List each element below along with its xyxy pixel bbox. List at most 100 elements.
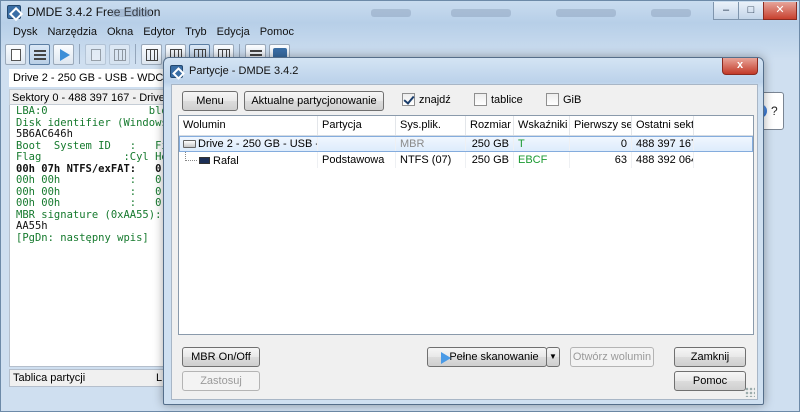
- hex-line: 00h 00h : 0 0: [16, 174, 162, 186]
- table-row[interactable]: Drive 2 - 250 GB - USB - W... MBR250 GBT0…: [179, 136, 753, 152]
- play-icon: [60, 49, 70, 61]
- hex-line: Flag :Cyl Head: [16, 151, 169, 163]
- toolbar-disk-button[interactable]: [5, 44, 26, 65]
- menu-bar: Dysk Narzędzia Okna Edytor Tryb Edycja P…: [3, 24, 799, 42]
- toolbar-scan-button[interactable]: [53, 44, 74, 65]
- toolbar-tree-button[interactable]: [109, 44, 130, 65]
- menu-dysk[interactable]: Dysk: [9, 24, 41, 42]
- cell-last-sector: 488 397 167: [632, 136, 694, 152]
- hex-line: AA55h: [16, 220, 48, 232]
- mbr-onoff-button[interactable]: MBR On/Off: [182, 347, 260, 367]
- table-row[interactable]: Rafal Podstawowa NTFS (07) 250 GB EBCF 63 488 …: [179, 152, 753, 168]
- cell-last-sector: 488 392 064: [632, 152, 694, 168]
- sector-editor-panel[interactable]: LBA:0 blok Disk identifier (Windows): 5B6A…: [9, 105, 169, 367]
- col-filesystem[interactable]: Sys.plik.: [396, 116, 466, 135]
- hard-disk-icon: [183, 140, 196, 148]
- table-header: Wolumin Partycja Sys.plik. Rozmiar Wskaź…: [179, 116, 753, 136]
- menu-narzedzia[interactable]: Narzędzia: [43, 24, 101, 42]
- current-partitioning-button[interactable]: Aktualne partycjonowanie: [244, 91, 384, 111]
- play-icon: [441, 352, 451, 364]
- maximize-button[interactable]: □: [738, 2, 764, 20]
- dmde-app-icon: [170, 65, 183, 78]
- full-scan-button[interactable]: Pełne skanowanie: [427, 347, 547, 367]
- title-blur: [651, 9, 691, 17]
- file-icon: [91, 49, 101, 61]
- col-size[interactable]: Rozmiar: [466, 116, 514, 135]
- col-last-sector[interactable]: Ostatni sekt...: [632, 116, 694, 135]
- cell-first-sector: 63: [570, 152, 632, 168]
- status-bar: Tablica partycji LB: [9, 369, 169, 387]
- volume-name: Drive 2 - 250 GB - USB - W...: [198, 138, 317, 150]
- cell-flags: EBCF: [514, 152, 570, 168]
- status-text: Tablica partycji: [13, 372, 86, 384]
- grid-icon: [146, 49, 158, 61]
- hex-line: 00h 00h : 0 0: [16, 197, 162, 209]
- cell-flags: T: [514, 136, 570, 152]
- list-icon: [34, 50, 46, 60]
- cell-filesystem: NTFS (07): [396, 152, 466, 168]
- toolbar-partitions-button[interactable]: [29, 44, 50, 65]
- cell-volume: Rafal: [179, 152, 318, 168]
- toolbar-separator: [135, 44, 136, 64]
- title-blur: [371, 9, 411, 17]
- document-icon: [11, 49, 21, 61]
- tree-icon: [114, 49, 126, 61]
- dialog-body: Menu Aktualne partycjonowanie znajdź tab…: [171, 84, 758, 400]
- close-button[interactable]: ✕: [763, 2, 797, 20]
- sector-range-tab[interactable]: Sektory 0 - 488 397 167 - Drive 2 - 250 …: [9, 89, 169, 105]
- open-volume-button[interactable]: Otwórz wolumin: [570, 347, 654, 367]
- cell-filesystem: MBR: [396, 136, 466, 152]
- checkbox-checked[interactable]: [402, 93, 415, 106]
- apply-button[interactable]: Zastosuj: [182, 371, 260, 391]
- title-blur: [111, 9, 151, 17]
- toolbar-open-button[interactable]: [85, 44, 106, 65]
- col-first-sector[interactable]: Pierwszy se...: [570, 116, 632, 135]
- tables-checkbox[interactable]: tablice: [474, 93, 523, 106]
- dialog-close-button[interactable]: x: [722, 58, 758, 75]
- toolbar-separator: [79, 44, 80, 64]
- toolbar-view1-button[interactable]: [141, 44, 162, 65]
- tables-checkbox-label: tablice: [491, 93, 523, 106]
- menu-edycja[interactable]: Edycja: [213, 24, 254, 42]
- minimize-button[interactable]: –: [713, 2, 739, 20]
- menu-edytor[interactable]: Edytor: [139, 24, 179, 42]
- gib-checkbox-label: GiB: [563, 93, 582, 106]
- col-flags[interactable]: Wskaźniki: [514, 116, 570, 135]
- cell-size: 250 GB: [466, 136, 514, 152]
- help-question-mark: ?: [771, 104, 778, 118]
- dialog-title: Partycje - DMDE 3.4.2: [189, 65, 299, 77]
- full-scan-dropdown-button[interactable]: ▼: [546, 347, 560, 367]
- title-blur: [556, 9, 616, 17]
- help-button[interactable]: Pomoc: [674, 371, 746, 391]
- table-body: Drive 2 - 250 GB - USB - W... MBR250 GBT0…: [179, 136, 753, 168]
- menu-pomoc[interactable]: Pomoc: [256, 24, 298, 42]
- checkbox-unchecked[interactable]: [474, 93, 487, 106]
- title-blur: [451, 9, 511, 17]
- partitions-dialog: Partycje - DMDE 3.4.2 x Menu Aktualne pa…: [163, 57, 764, 405]
- menu-tryb[interactable]: Tryb: [181, 24, 211, 42]
- tree-branch-icon: [185, 152, 197, 161]
- cell-partition: [318, 136, 396, 152]
- col-volume[interactable]: Wolumin: [179, 116, 318, 135]
- full-scan-split-button: Pełne skanowanie ▼: [427, 347, 560, 367]
- menu-button[interactable]: Menu: [182, 91, 238, 111]
- checkbox-unchecked[interactable]: [546, 93, 559, 106]
- close-dialog-button[interactable]: Zamknij: [674, 347, 746, 367]
- hex-line: LBA:0 blok: [16, 105, 169, 117]
- cell-first-sector: 0: [570, 136, 632, 152]
- drive-label: Drive 2 - 250 GB - USB - WDC WD25...: [9, 69, 169, 87]
- find-checkbox-label: znajdź: [419, 93, 451, 106]
- menu-okna[interactable]: Okna: [103, 24, 137, 42]
- cell-size: 250 GB: [466, 152, 514, 168]
- hex-line: 5B6AC646h: [16, 128, 73, 140]
- partitions-table[interactable]: Wolumin Partycja Sys.plik. Rozmiar Wskaź…: [178, 115, 754, 335]
- volume-name: Rafal: [213, 155, 239, 167]
- dmde-app-icon: [7, 5, 21, 19]
- hex-line: [PgDn: następny wpis]: [16, 231, 149, 244]
- partition-icon: [199, 157, 210, 164]
- gib-checkbox[interactable]: GiB: [546, 93, 581, 106]
- cell-partition: Podstawowa: [318, 152, 396, 168]
- resize-grip[interactable]: [745, 387, 755, 397]
- col-partition[interactable]: Partycja: [318, 116, 396, 135]
- find-checkbox[interactable]: znajdź: [402, 93, 451, 106]
